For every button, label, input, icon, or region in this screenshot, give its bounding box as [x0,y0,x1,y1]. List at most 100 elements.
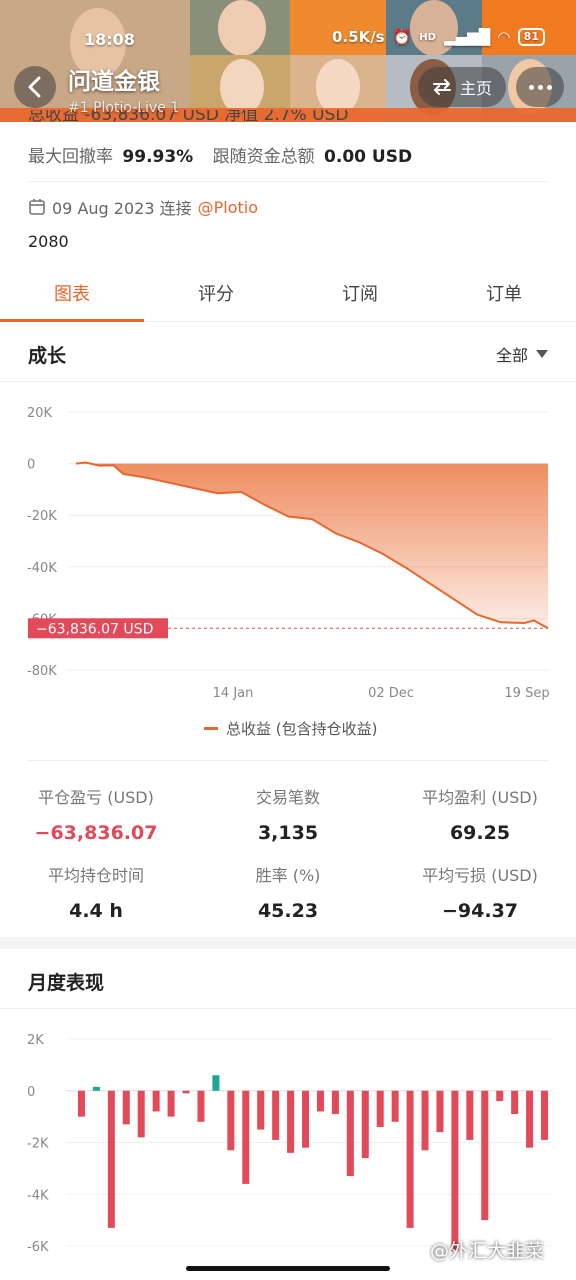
home-indicator[interactable] [186,1266,390,1271]
growth-legend: 总收益 (包含持仓收益) [204,718,377,739]
monthly-bar [137,1090,145,1138]
monthly-bar [212,1075,220,1091]
range-dropdown-value: 全部 [495,346,528,365]
monthly-bar [227,1090,235,1151]
monthly-bar [182,1090,190,1094]
monthly-bar [316,1090,324,1112]
y-tick-label: 0 [27,458,35,473]
y-tick-label: -80K [27,664,57,679]
x-tick-label: 02 Dec [368,686,414,701]
monthly-bar [197,1090,205,1122]
monthly-bar [361,1090,369,1159]
net-speed: 0.5K/s [332,28,385,46]
monthly-bar [107,1090,115,1228]
monthly-bar [496,1090,504,1102]
x-tick-label: 14 Jan [213,686,254,701]
monthly-bar [302,1090,310,1148]
monthly-bar [526,1090,534,1148]
watermark: @外汇大韭菜 [430,1240,545,1262]
more-dots-icon [528,84,552,90]
monthly-bar [421,1090,429,1151]
y-tick-label: -6K [27,1240,49,1255]
home-button[interactable]: 主页 [418,67,506,107]
monthly-bar [257,1090,265,1130]
home-button-label: 主页 [459,79,492,98]
server-number: 2080 [28,232,69,251]
max-drawdown-label: 最大回撤率 [28,147,113,167]
metric-label: 平均盈利 (USD) [422,788,538,807]
metric-value: −63,836.07 [34,822,158,844]
header-title-block: 问道金银 #1 Plotio-Live 1 [68,62,179,116]
network-type: HD [419,31,436,43]
metric-value: 4.4 h [69,900,123,922]
divider [28,760,548,761]
tab-rating[interactable]: 评分 [144,270,288,321]
caret-down-icon [536,350,548,358]
status-icons: 0.5K/s ⏰ HD ▂▄▆█ ◠ 81 [332,28,545,46]
broker-link[interactable]: @Plotio [198,198,258,217]
metric-label: 平均亏损 (USD) [422,866,538,885]
follow-funds-label: 跟随资金总额 [212,147,315,167]
metric-label: 平仓盈亏 (USD) [38,788,154,807]
y-tick-label: -20K [27,509,57,524]
monthly-bar [466,1090,474,1140]
page-title: 问道金银 [68,69,160,95]
connect-line: 09 Aug 2023 连接 @Plotio [28,195,258,219]
divider [28,181,548,182]
monthly-bar [481,1090,489,1221]
monthly-bar [391,1090,399,1122]
monthly-bar [406,1090,414,1228]
metric-label: 交易笔数 [255,788,320,807]
metric-win-rate: 胜率 (%) 45.23 [192,862,384,922]
tab-orders[interactable]: 订单 [432,270,576,321]
x-tick-label: 19 Sep [504,686,549,701]
wifi-icon: ◠ [498,28,510,46]
back-chevron-icon [28,76,41,98]
alarm-icon: ⏰ [392,28,412,46]
tab-bar: 图表 评分 订阅 订单 [0,270,576,322]
range-dropdown[interactable]: 全部 [496,342,548,366]
more-button[interactable] [516,67,564,107]
metric-avg-loss: 平均亏损 (USD) −94.37 [384,862,576,922]
tab-chart[interactable]: 图表 [0,270,144,322]
max-drawdown-value: 99.93% [122,147,194,167]
monthly-bar [511,1090,519,1115]
switch-arrows-icon [432,79,451,95]
last-value-label: −63,836.07 USD [36,621,153,637]
signal-icon: ▂▄▆█ [443,28,491,46]
growth-title: 成长 [28,345,67,367]
metric-value: 45.23 [257,900,319,922]
monthly-bar [122,1090,130,1125]
legend-swatch [204,727,218,730]
monthly-title: 月度表现 [28,972,105,994]
connect-date: 09 Aug 2023 连接 [52,199,192,218]
legend-label: 总收益 (包含持仓收益) [226,720,378,738]
tab-subscribe[interactable]: 订阅 [288,270,432,321]
metric-trades: 交易笔数 3,135 [192,784,384,844]
metric-avg-profit: 平均盈利 (USD) 69.25 [384,784,576,844]
monthly-bar [242,1090,250,1184]
monthly-bar [77,1090,85,1117]
status-time: 18:08 [84,30,135,49]
metric-label: 平均持仓时间 [47,866,144,885]
monthly-bar [272,1090,280,1140]
monthly-bar [331,1090,339,1115]
monthly-bar [436,1090,444,1133]
growth-chart: 20K0-20K-40K-60K-80K−63,836.07 USD14 Jan… [27,406,550,701]
monthly-bar [152,1090,160,1112]
monthly-bar [92,1086,100,1091]
calendar-icon [29,199,45,215]
monthly-bar [346,1090,354,1177]
battery-icon: 81 [517,28,545,46]
metric-value: 3,135 [257,822,319,844]
monthly-bar [167,1090,175,1117]
y-tick-label: 0 [27,1085,35,1100]
monthly-bar [376,1090,384,1127]
section-gap [0,937,576,949]
metric-value: 69.25 [449,822,511,844]
monthly-chart: 2K 0 -2K -4K -6K [27,1033,552,1255]
y-tick-label: -40K [27,561,57,576]
metric-closed-pnl: 平仓盈亏 (USD) −63,836.07 [0,784,192,844]
y-tick-label: 20K [27,406,53,421]
back-button[interactable] [14,66,56,108]
